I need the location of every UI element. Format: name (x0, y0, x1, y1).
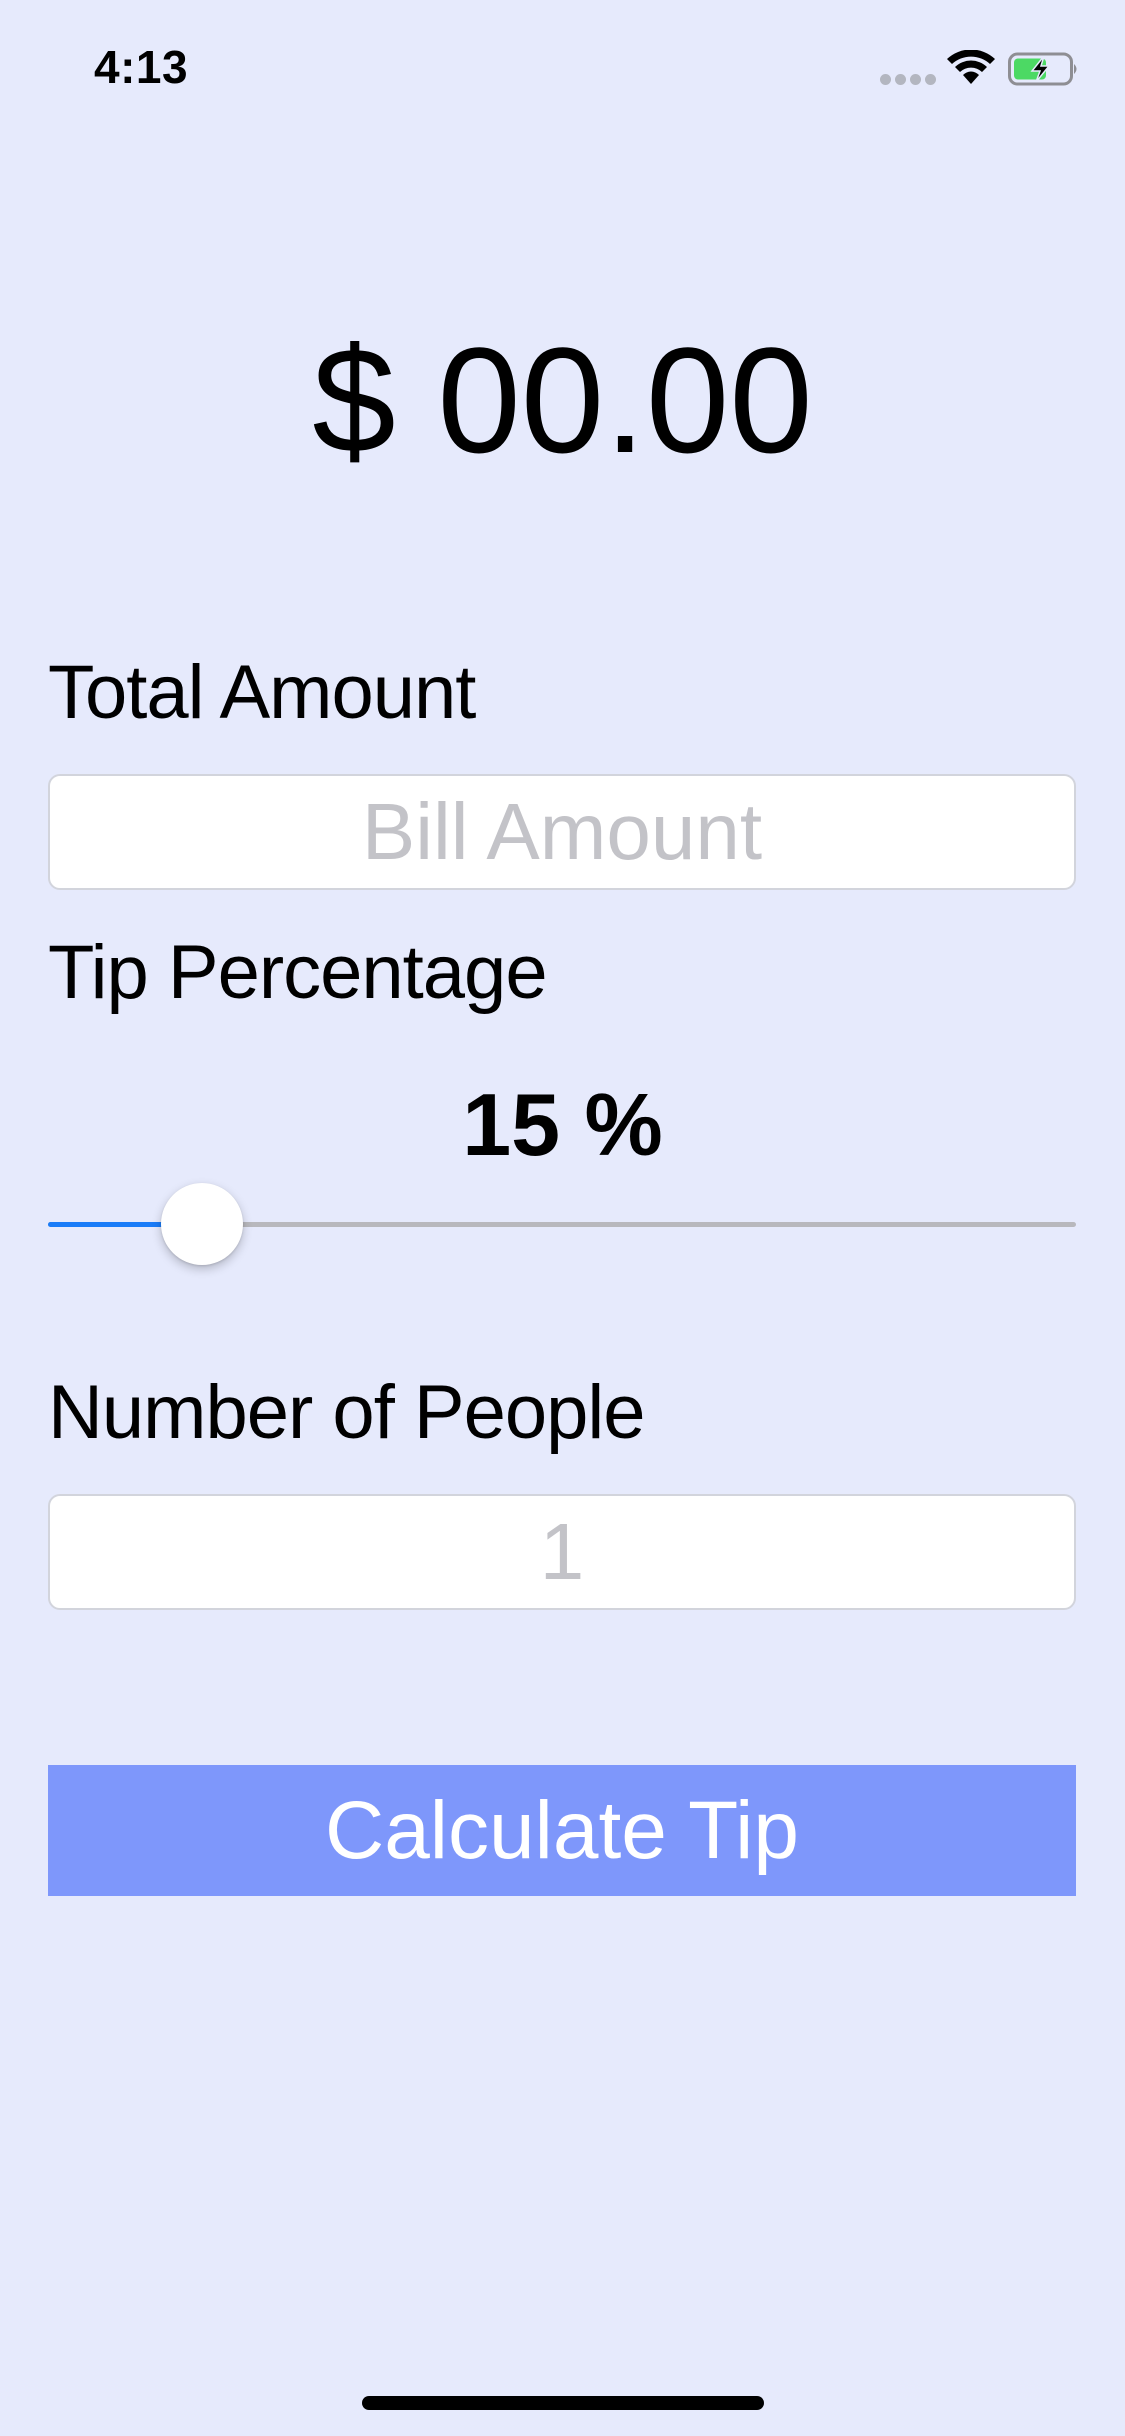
tip-percentage-value: 15 % (462, 1075, 663, 1174)
slider-thumb[interactable] (161, 1183, 243, 1265)
battery-charging-icon (1008, 52, 1077, 86)
home-indicator[interactable] (362, 2396, 764, 2410)
number-of-people-input[interactable] (48, 1494, 1076, 1610)
total-per-person-display: $ 00.00 (312, 316, 813, 484)
status-time: 4:13 (94, 41, 189, 93)
status-bar: 4:13 (0, 0, 1125, 132)
number-of-people-label: Number of People (48, 1370, 646, 1455)
total-amount-label: Total Amount (48, 650, 476, 735)
calculate-tip-button[interactable]: Calculate Tip (48, 1765, 1076, 1896)
signal-dots-icon (880, 74, 936, 86)
wifi-icon (947, 50, 995, 84)
tip-percentage-label: Tip Percentage (48, 930, 548, 1015)
bill-amount-input[interactable] (48, 774, 1076, 890)
tip-slider[interactable] (48, 1183, 1076, 1265)
